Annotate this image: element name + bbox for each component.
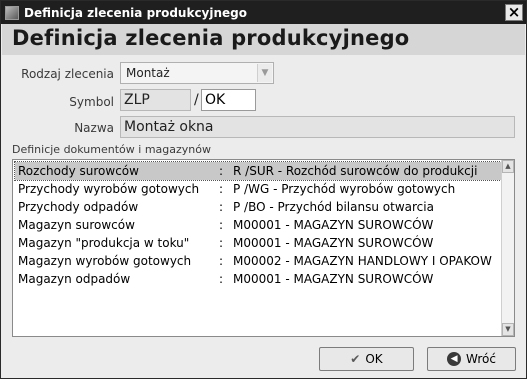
row-separator: : bbox=[219, 200, 224, 214]
check-icon: ✔ bbox=[350, 352, 361, 366]
rodzaj-value: Montaż bbox=[126, 66, 170, 80]
symbol-label: Symbol bbox=[69, 95, 114, 109]
list-item[interactable]: Magazyn surowców: M00001 - MAGAZYN SUROWC… bbox=[15, 216, 501, 234]
row-value: R /SUR - Rozchód surowców do produkcji bbox=[233, 164, 478, 178]
definitions-list[interactable]: Rozchody surowców: R /SUR - Rozchód surow… bbox=[12, 159, 515, 337]
list-item[interactable]: Rozchody surowców: R /SUR - Rozchód surow… bbox=[14, 161, 502, 181]
scroll-up-icon[interactable]: ▲ bbox=[502, 160, 514, 173]
list-item[interactable]: Magazyn wyrobów gotowych: M00002 - MAGAZY… bbox=[15, 252, 501, 270]
header-band: Definicja zlecenia produkcyjnego bbox=[2, 24, 525, 55]
back-arrow-icon: ◀ bbox=[447, 352, 462, 366]
window-title: Definicja zlecenia produkcyjnego bbox=[24, 5, 248, 20]
list-item[interactable]: Przychody odpadów: P /BO - Przychód bilan… bbox=[15, 198, 501, 216]
row-name: Magazyn wyrobów gotowych bbox=[18, 254, 192, 268]
row-separator: : bbox=[219, 254, 224, 268]
list-item[interactable]: Przychody wyrobów gotowych: P /WG - Przyc… bbox=[15, 180, 501, 198]
ok-button[interactable]: ✔ OK bbox=[319, 347, 414, 371]
row-value: M00002 - MAGAZYN HANDLOWY I OPAKOW bbox=[233, 254, 492, 268]
row-separator: : bbox=[219, 164, 224, 178]
row-name: Magazyn odpadów bbox=[18, 272, 131, 286]
row-name: Magazyn surowców bbox=[18, 218, 135, 232]
scroll-down-icon[interactable]: ▼ bbox=[502, 323, 514, 336]
rodzaj-combo[interactable]: Montaż ▼ bbox=[120, 62, 274, 84]
back-label: Wróć bbox=[466, 352, 496, 366]
app-icon bbox=[5, 5, 19, 20]
back-button[interactable]: ◀ Wróć bbox=[427, 347, 516, 371]
chevron-down-icon[interactable]: ▼ bbox=[257, 64, 272, 82]
close-button[interactable]: × bbox=[505, 4, 523, 21]
row-value: P /BO - Przychód bilansu otwarcia bbox=[233, 200, 434, 214]
symbol-separator: / bbox=[194, 92, 199, 108]
row-separator: : bbox=[219, 182, 224, 196]
definitions-label: Definicje dokumentów i magazynów bbox=[12, 143, 211, 156]
list-item[interactable]: Magazyn "produkcja w toku": M00001 - MAGA… bbox=[15, 234, 501, 252]
nazwa-label: Nazwa bbox=[74, 121, 114, 135]
row-separator: : bbox=[219, 218, 224, 232]
row-value: M00001 - MAGAZYN SUROWCÓW bbox=[233, 218, 434, 232]
page-title: Definicja zlecenia produkcyjnego bbox=[12, 26, 410, 50]
symbol-input[interactable]: OK bbox=[201, 89, 256, 111]
nazwa-field: Montaż okna bbox=[120, 116, 515, 138]
row-value: M00001 - MAGAZYN SUROWCÓW bbox=[233, 272, 434, 286]
row-separator: : bbox=[219, 272, 224, 286]
ok-label: OK bbox=[365, 352, 383, 366]
row-name: Przychody odpadów bbox=[18, 200, 139, 214]
row-separator: : bbox=[219, 236, 224, 250]
rodzaj-label: Rodzaj zlecenia bbox=[21, 67, 114, 81]
list-item[interactable]: Magazyn odpadów: M00001 - MAGAZYN SUROWCÓ… bbox=[15, 270, 501, 288]
row-name: Przychody wyrobów gotowych bbox=[18, 182, 200, 196]
dialog-window: Definicja zlecenia produkcyjnego × Defin… bbox=[0, 0, 527, 379]
row-name: Rozchody surowców bbox=[18, 164, 139, 178]
vertical-scrollbar[interactable]: ▲ ▼ bbox=[501, 160, 514, 336]
symbol-prefix-field: ZLP bbox=[120, 89, 191, 111]
close-icon: × bbox=[507, 3, 521, 21]
row-value: M00001 - MAGAZYN SUROWCÓW bbox=[233, 236, 434, 250]
row-value: P /WG - Przychód wyrobów gotowych bbox=[233, 182, 456, 196]
title-bar[interactable]: Definicja zlecenia produkcyjnego × bbox=[1, 1, 526, 24]
row-name: Magazyn "produkcja w toku" bbox=[18, 236, 190, 250]
